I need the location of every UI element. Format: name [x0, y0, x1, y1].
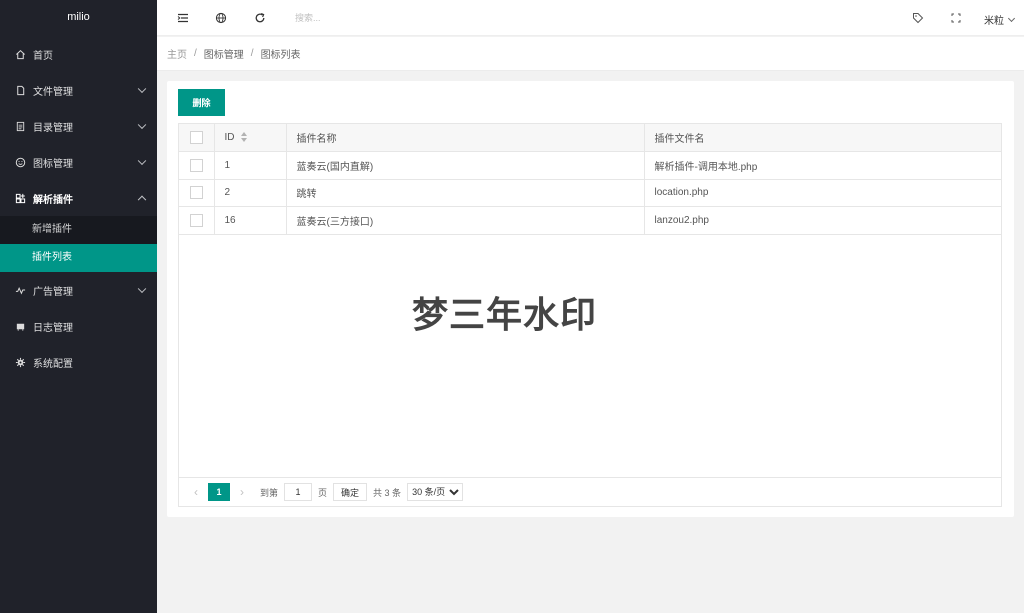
- row-checkbox[interactable]: [189, 158, 203, 172]
- breadcrumb-home[interactable]: 主页: [167, 46, 187, 61]
- row-checkbox[interactable]: [189, 213, 203, 227]
- table-header-row: ID 插件名称 插件文件名: [179, 124, 1001, 152]
- table-row[interactable]: 1 蓝奏云(国内直解) 解析插件-调用本地.php: [179, 151, 1001, 180]
- plugins-submenu: 新增插件 插件列表: [0, 216, 157, 272]
- current-page-button[interactable]: 1: [208, 483, 230, 501]
- chevron-down-icon: [137, 156, 147, 166]
- tag-icon[interactable]: [911, 11, 925, 25]
- sort-icon[interactable]: [240, 132, 248, 143]
- breadcrumb: 主页 / 图标管理 / 图标列表: [157, 37, 1024, 71]
- plugin-icon: [14, 192, 26, 204]
- cell-file: location.php: [644, 179, 1001, 207]
- sidebar-item-label: 解析插件: [33, 194, 73, 206]
- sidebar-item-files[interactable]: 文件管理: [0, 72, 157, 108]
- app-logo[interactable]: milio: [0, 0, 157, 36]
- delete-button[interactable]: 删除: [178, 89, 225, 116]
- chart-line-icon: [14, 284, 26, 296]
- chevron-down-icon: [137, 284, 147, 294]
- cell-id: 2: [214, 179, 287, 207]
- chevron-up-icon: [137, 195, 147, 205]
- user-name: 米粒: [984, 16, 1004, 27]
- breadcrumb-separator: /: [250, 48, 254, 59]
- file-icon: [14, 84, 26, 96]
- select-all-checkbox[interactable]: [189, 131, 203, 144]
- cell-file: 解析插件-调用本地.php: [644, 151, 1001, 180]
- settings-icon: [14, 356, 26, 368]
- directory-icon: [14, 120, 26, 132]
- table-row[interactable]: 2 跳转 location.php: [179, 179, 1001, 207]
- column-header-file: 插件文件名: [644, 124, 1001, 152]
- select-all-cell: [179, 124, 215, 152]
- user-menu[interactable]: 米粒: [984, 12, 1016, 27]
- cell-id: 16: [214, 206, 287, 235]
- log-icon: [14, 320, 26, 332]
- chevron-down-icon: [137, 84, 147, 94]
- page-size-select[interactable]: 30 条/页: [407, 483, 464, 501]
- sidebar-item-label: 文件管理: [33, 86, 73, 98]
- row-check-cell: [179, 206, 215, 235]
- cell-file: lanzou2.php: [644, 206, 1001, 235]
- smile-icon: [14, 156, 26, 168]
- main-card: 删除 ID 插件名称 插件文件名 1 蓝奏云(国内直解) 解析插件-调用本地.p…: [167, 81, 1014, 517]
- sidebar-item-home[interactable]: 首页: [0, 36, 157, 72]
- column-header-name: 插件名称: [286, 124, 645, 152]
- menu-toggle-icon[interactable]: [176, 11, 190, 25]
- sidebar-subitem-add-plugin[interactable]: 新增插件: [0, 216, 157, 244]
- chevron-down-icon: [137, 120, 147, 130]
- goto-label: 到第: [260, 487, 279, 498]
- sidebar-item-settings[interactable]: 系统配置: [0, 344, 157, 380]
- sidebar-item-icons[interactable]: 图标管理: [0, 144, 157, 180]
- cell-name: 蓝奏云(三方接口): [286, 206, 645, 235]
- confirm-button[interactable]: 确定: [333, 483, 368, 501]
- sidebar-item-label: 广告管理: [33, 286, 73, 298]
- cell-name: 跳转: [286, 179, 645, 207]
- top-header: 米粒: [157, 0, 1024, 36]
- pagination: ‹ 1 › 到第 页 确定 共 3 条 30 条/页: [179, 477, 1001, 506]
- sidebar-item-label: 日志管理: [33, 322, 73, 334]
- sidebar-item-ads[interactable]: 广告管理: [0, 272, 157, 308]
- home-icon: [14, 48, 26, 60]
- sidebar: milio 首页 文件管理 目录管理 图标管理 解析插件 新增插件 插件列表 广…: [0, 0, 157, 613]
- sidebar-item-directory[interactable]: 目录管理: [0, 108, 157, 144]
- sidebar-item-label: 目录管理: [33, 122, 73, 134]
- row-checkbox[interactable]: [189, 186, 203, 200]
- sidebar-item-label: 图标管理: [33, 158, 73, 170]
- breadcrumb-parent[interactable]: 图标管理: [204, 46, 244, 61]
- sidebar-item-label: 系统配置: [33, 358, 73, 370]
- watermark: 梦三年水印: [412, 295, 598, 336]
- page-input[interactable]: [284, 483, 313, 501]
- sidebar-item-logs[interactable]: 日志管理: [0, 308, 157, 344]
- column-header-id[interactable]: ID: [214, 124, 287, 152]
- chevron-down-icon: [1007, 14, 1016, 22]
- globe-icon[interactable]: [214, 11, 228, 25]
- sidebar-subitem-plugin-list[interactable]: 插件列表: [0, 244, 157, 272]
- table-row[interactable]: 16 蓝奏云(三方接口) lanzou2.php: [179, 206, 1001, 235]
- breadcrumb-current: 图标列表: [260, 50, 301, 61]
- total-count: 共 3 条: [373, 487, 402, 498]
- refresh-icon[interactable]: [253, 11, 267, 25]
- next-page-icon[interactable]: ›: [233, 483, 251, 501]
- fullscreen-icon[interactable]: [949, 11, 963, 25]
- column-header-label: ID: [224, 132, 235, 143]
- prev-page-icon[interactable]: ‹: [187, 483, 205, 501]
- row-check-cell: [179, 151, 215, 180]
- cell-id: 1: [214, 151, 287, 180]
- cell-name: 蓝奏云(国内直解): [286, 151, 645, 180]
- sidebar-item-plugins[interactable]: 解析插件: [0, 180, 157, 216]
- breadcrumb-separator: /: [194, 48, 197, 59]
- sidebar-item-label: 首页: [33, 50, 53, 62]
- plugin-table: ID 插件名称 插件文件名 1 蓝奏云(国内直解) 解析插件-调用本地.php …: [178, 123, 1002, 507]
- search-input[interactable]: [295, 9, 475, 27]
- page-unit-label: 页: [318, 487, 328, 498]
- row-check-cell: [179, 179, 215, 207]
